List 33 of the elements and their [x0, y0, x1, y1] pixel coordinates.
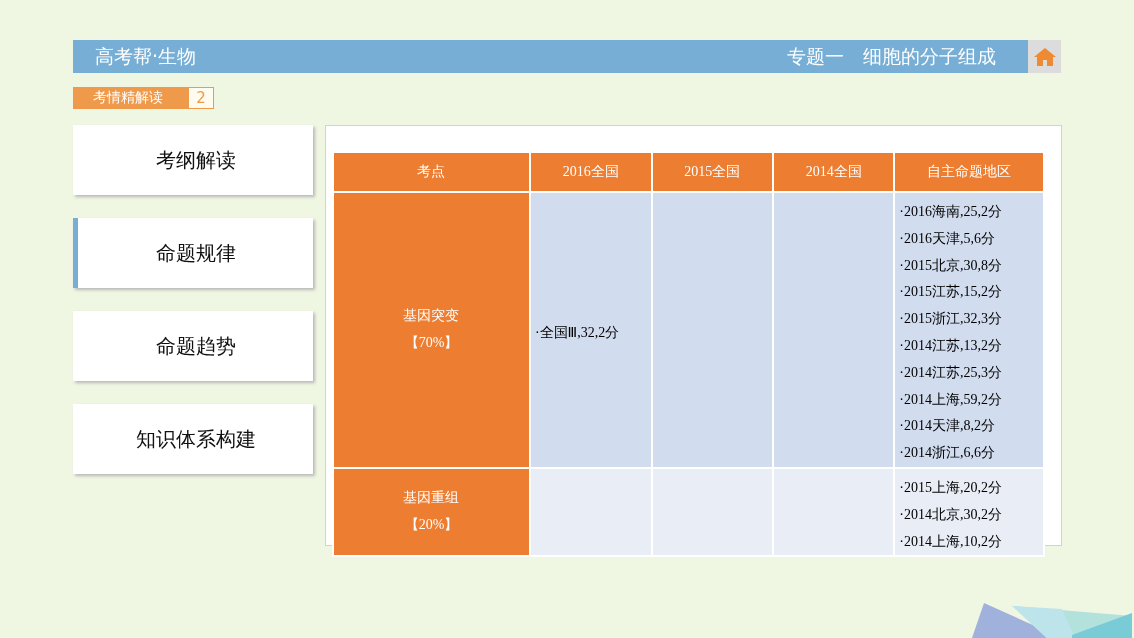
column-header: 自主命题地区: [894, 152, 1044, 192]
column-header: 2015全国: [651, 152, 773, 192]
column-header: 2014全国: [773, 152, 895, 192]
nav-item[interactable]: 考纲解读: [73, 125, 313, 195]
topic-share: 【20%】: [403, 516, 460, 535]
exam-entry: ·2014浙江,6,6分: [899, 444, 996, 463]
nav-item[interactable]: 命题规律: [73, 218, 313, 288]
exam-entry: ·2014上海,59,2分: [899, 390, 1003, 409]
page-number: 2: [188, 87, 214, 109]
exam-entry: ·2016天津,5,6分: [899, 229, 996, 248]
exam-entry: ·2015上海,20,2分: [899, 478, 1003, 497]
exam-entry: ·2015北京,30,8分: [899, 256, 1003, 275]
topic-name: 基因突变: [402, 307, 461, 326]
section-label: 考情精解读: [73, 87, 188, 109]
nav-item[interactable]: 知识体系构建: [73, 404, 313, 474]
chapter-title: 专题一 细胞的分子组成: [787, 43, 996, 69]
home-button[interactable]: [1028, 40, 1061, 73]
column-header: 2016全国: [529, 152, 652, 192]
app-title: 高考帮·生物: [95, 43, 197, 69]
home-icon: [1033, 47, 1056, 66]
topic-name: 基因重组: [402, 489, 461, 508]
exam-entry: ·2014江苏,13,2分: [899, 337, 1003, 355]
exam-entry: ·2015浙江,32,3分: [899, 310, 1003, 329]
column-header: 考点: [333, 152, 530, 192]
exam-entry: ·2014江苏,25,3分: [899, 363, 1003, 382]
exam-entry: ·2014上海,10,2分: [899, 532, 1003, 551]
exam-entry: ·2016海南,25,2分: [899, 203, 1003, 221]
exam-entry: ·2014北京,30,2分: [899, 505, 1003, 524]
exam-entry: ·2014天津,8,2分: [899, 417, 996, 436]
exam-entry: ·2015江苏,15,2分: [899, 283, 1003, 302]
nav-item[interactable]: 命题趋势: [73, 311, 313, 381]
topic-share: 【70%】: [403, 334, 460, 352]
exam-entry: ·全国Ⅲ,32,2分: [534, 323, 621, 342]
